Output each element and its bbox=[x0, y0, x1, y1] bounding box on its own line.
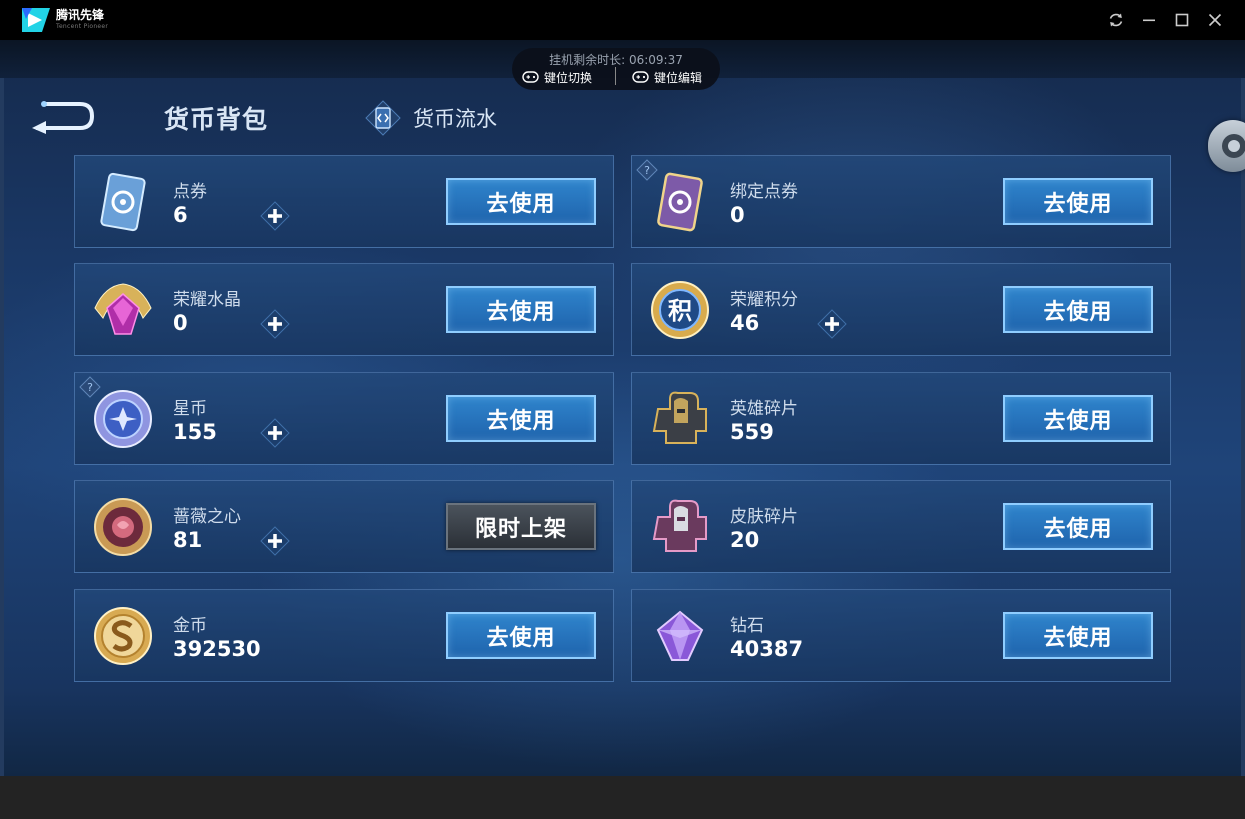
use-button[interactable]: 去使用 bbox=[1003, 395, 1153, 442]
key-mapping-overlay: 挂机剩余时长: 06:09:37 键位切换 键位编辑 bbox=[512, 48, 720, 90]
currency-amount: 20 bbox=[730, 528, 760, 552]
currency-name: 绑定点券 bbox=[730, 182, 798, 202]
minimize-icon bbox=[1143, 19, 1155, 22]
honor-points-medal-icon: 积 bbox=[651, 281, 709, 339]
currency-amount: 559 bbox=[730, 420, 774, 444]
currency-amount: 392530 bbox=[173, 637, 261, 661]
currency-amount: 81 bbox=[173, 528, 203, 552]
currency-name: 英雄碎片 bbox=[730, 399, 798, 419]
key-edit-label: 键位编辑 bbox=[654, 70, 703, 85]
gamepad-icon bbox=[522, 71, 539, 83]
currency-name: 星币 bbox=[173, 399, 207, 419]
skin-fragment-helmet-icon bbox=[652, 499, 707, 552]
tab-currency-flow[interactable]: 货币流水 bbox=[365, 100, 497, 136]
maximize-button[interactable] bbox=[1171, 9, 1193, 31]
currency-amount: 0 bbox=[730, 203, 745, 227]
app-logo-icon bbox=[22, 8, 50, 32]
currency-card-diancoupon: 点券 6 去使用 bbox=[74, 155, 614, 248]
star-coin-icon bbox=[94, 390, 152, 448]
currency-card-honor-points: 积 荣耀积分 46 去使用 bbox=[631, 263, 1171, 356]
ledger-icon bbox=[365, 100, 401, 136]
refresh-button[interactable] bbox=[1105, 9, 1127, 31]
app-name: 腾讯先锋 bbox=[56, 8, 105, 22]
currency-card-honor-crystal: 荣耀水晶 0 去使用 bbox=[74, 263, 614, 356]
currency-amount: 6 bbox=[173, 203, 188, 227]
use-button[interactable]: 去使用 bbox=[446, 286, 596, 333]
diamond-icon bbox=[656, 610, 704, 661]
currency-card-star-coin: ? 星币 155 去使用 bbox=[74, 372, 614, 465]
currency-card-hero-fragment: 英雄碎片 559 去使用 bbox=[631, 372, 1171, 465]
currency-name: 蔷薇之心 bbox=[173, 507, 241, 527]
rose-heart-icon bbox=[94, 498, 152, 556]
currency-card-bound-coupon: ? 绑定点券 0 去使用 bbox=[631, 155, 1171, 248]
gear-icon bbox=[1222, 134, 1245, 158]
key-switch-label: 键位切换 bbox=[544, 70, 593, 85]
add-plus-icon[interactable] bbox=[260, 526, 290, 556]
use-button[interactable]: 去使用 bbox=[1003, 612, 1153, 659]
app-subtitle: Tencent Pioneer bbox=[56, 23, 109, 30]
add-plus-icon[interactable] bbox=[260, 418, 290, 448]
gamepad-icon bbox=[632, 71, 649, 83]
currency-amount: 46 bbox=[730, 311, 760, 335]
add-plus-icon[interactable] bbox=[260, 201, 290, 231]
currency-name: 钻石 bbox=[730, 616, 764, 636]
tab-currency-flow-label: 货币流水 bbox=[413, 107, 497, 131]
use-button[interactable]: 去使用 bbox=[446, 178, 596, 225]
use-button[interactable]: 去使用 bbox=[446, 612, 596, 659]
maximize-icon bbox=[1175, 13, 1189, 27]
currency-card-gold-coin: 金币 392530 去使用 bbox=[74, 589, 614, 682]
minimize-button[interactable] bbox=[1138, 9, 1160, 31]
page-title: 货币背包 bbox=[164, 105, 269, 134]
currency-card-diamond: 钻石 40387 去使用 bbox=[631, 589, 1171, 682]
currency-name: 金币 bbox=[173, 616, 207, 636]
gold-coin-icon bbox=[94, 607, 152, 665]
refresh-icon bbox=[1109, 13, 1123, 27]
currency-name: 点券 bbox=[173, 182, 207, 202]
use-button[interactable]: 去使用 bbox=[1003, 178, 1153, 225]
pill-divider bbox=[615, 67, 616, 85]
bound-coupon-card-icon bbox=[657, 172, 703, 232]
currency-name: 荣耀积分 bbox=[730, 290, 798, 310]
hero-fragment-helmet-icon bbox=[652, 391, 707, 444]
honor-points-glyph: 积 bbox=[668, 297, 692, 325]
currency-name: 荣耀水晶 bbox=[173, 290, 241, 310]
currency-card-rose-heart: 蔷薇之心 81 限时上架 bbox=[74, 480, 614, 573]
currency-card-skin-fragment: 皮肤碎片 20 去使用 bbox=[631, 480, 1171, 573]
crystal-icon bbox=[94, 283, 152, 335]
key-edit-button[interactable]: 键位编辑 bbox=[632, 69, 702, 85]
app-titlebar: 腾讯先锋 Tencent Pioneer bbox=[0, 0, 1245, 40]
close-button[interactable] bbox=[1204, 9, 1226, 31]
launcher-bottom-bar bbox=[0, 776, 1245, 819]
limited-time-button[interactable]: 限时上架 bbox=[446, 503, 596, 550]
key-switch-button[interactable]: 键位切换 bbox=[522, 69, 592, 85]
currency-amount: 0 bbox=[173, 311, 188, 335]
currency-amount: 155 bbox=[173, 420, 217, 444]
idle-timer-text: 挂机剩余时长: 06:09:37 bbox=[549, 53, 683, 67]
add-plus-icon[interactable] bbox=[817, 309, 847, 339]
use-button[interactable]: 去使用 bbox=[446, 395, 596, 442]
use-button[interactable]: 去使用 bbox=[1003, 503, 1153, 550]
side-settings-button[interactable] bbox=[1208, 120, 1245, 172]
back-arrow-icon bbox=[32, 101, 95, 134]
currency-amount: 40387 bbox=[730, 637, 804, 661]
back-button[interactable] bbox=[30, 100, 96, 134]
coupon-card-icon bbox=[100, 172, 146, 232]
game-viewport: 货币背包 货币流水 点券 6 去使用 ? 绑定点券 0 去使用 荣耀水晶 0 去… bbox=[0, 40, 1245, 776]
currency-name: 皮肤碎片 bbox=[730, 507, 798, 527]
close-icon bbox=[1208, 13, 1222, 27]
add-plus-icon[interactable] bbox=[260, 309, 290, 339]
use-button[interactable]: 去使用 bbox=[1003, 286, 1153, 333]
